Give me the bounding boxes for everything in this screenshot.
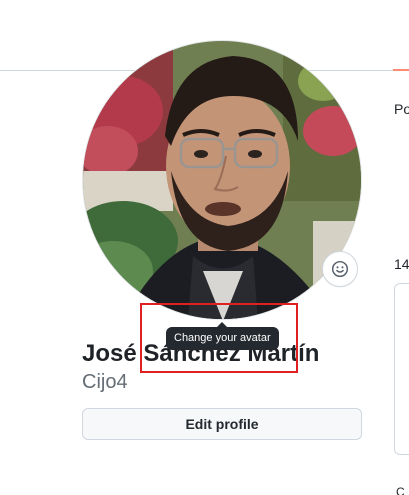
profile-page: José Sánchez Martín Cijo4 Change your av… bbox=[0, 0, 409, 495]
edit-profile-button[interactable]: Edit profile bbox=[82, 408, 362, 440]
side-count-partial: 14 bbox=[394, 256, 409, 272]
avatar[interactable] bbox=[82, 40, 362, 320]
smiley-icon bbox=[331, 260, 349, 278]
side-panel bbox=[394, 283, 409, 455]
set-status-button[interactable] bbox=[322, 251, 358, 287]
active-tab-underline bbox=[393, 69, 409, 71]
side-bottom-partial: C bbox=[396, 485, 405, 495]
avatar-photo bbox=[83, 41, 361, 319]
profile-username: Cijo4 bbox=[82, 371, 128, 393]
side-nav-partial[interactable]: Po bbox=[394, 101, 409, 117]
highlight-box bbox=[140, 303, 298, 373]
